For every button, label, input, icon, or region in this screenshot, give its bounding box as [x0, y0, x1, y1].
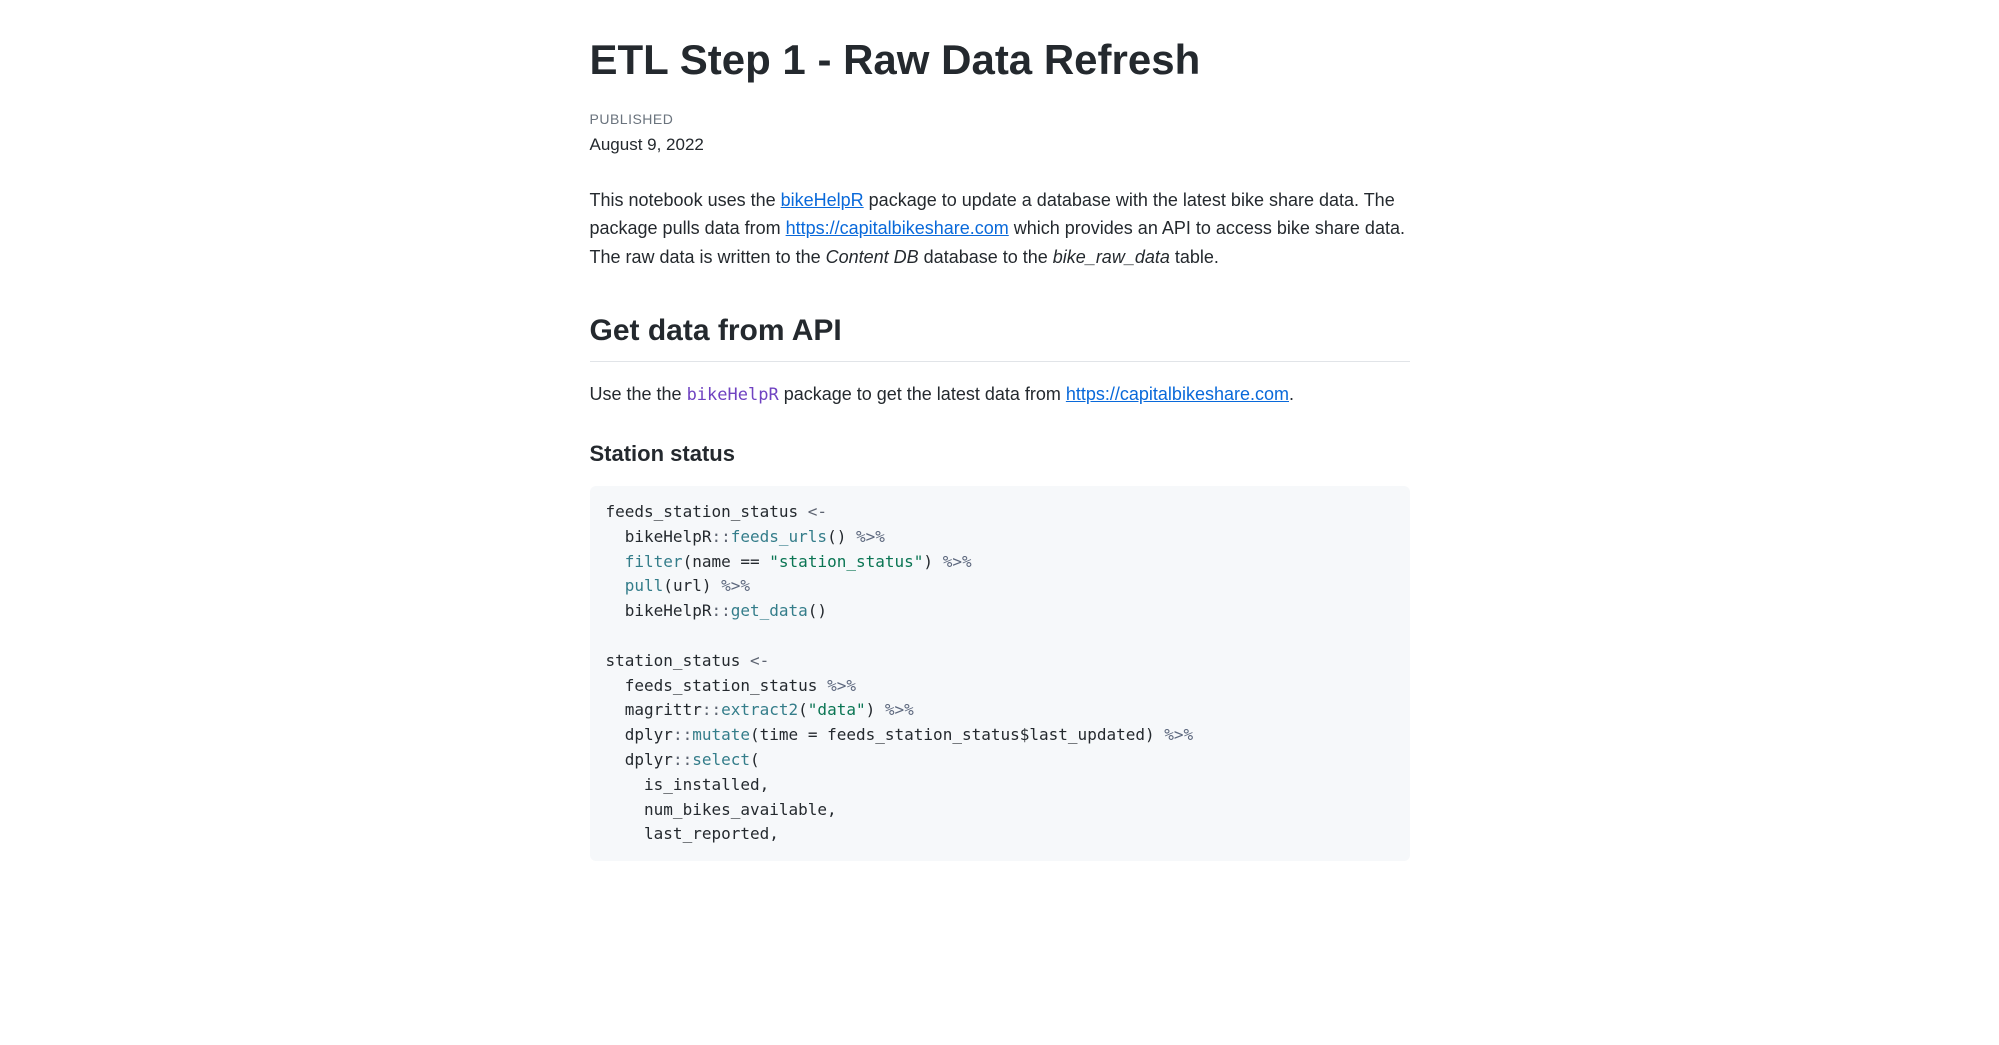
bikehelpr-link[interactable]: bikeHelpR: [781, 190, 864, 210]
published-date: August 9, 2022: [590, 132, 1410, 158]
code-paren: (): [808, 601, 827, 620]
code-sp: [933, 552, 943, 571]
bike-raw-data-em: bike_raw_data: [1053, 247, 1170, 267]
code-sp: [711, 576, 721, 595]
code-pkg: bikeHelpR: [625, 527, 712, 546]
capitalbikeshare-link-2[interactable]: https://capitalbikeshare.com: [1066, 384, 1289, 404]
code-assign: <-: [808, 502, 827, 521]
code-pkg: magrittr: [625, 700, 702, 719]
code-fn: filter: [625, 552, 683, 571]
code-var: feeds_station_status: [606, 502, 808, 521]
capitalbikeshare-link[interactable]: https://capitalbikeshare.com: [786, 218, 1009, 238]
intro-text: database to the: [919, 247, 1053, 267]
code-op: ::: [702, 700, 721, 719]
code-pipe: %>%: [943, 552, 972, 571]
code-sp: [846, 527, 856, 546]
code-pipe: %>%: [885, 700, 914, 719]
code-cmp: ==: [740, 552, 759, 571]
code-paren: ): [866, 700, 876, 719]
code-pipe: %>%: [1164, 725, 1193, 744]
code-paren: (: [663, 576, 673, 595]
code-arg: last_updated: [1029, 725, 1145, 744]
code-indent: [606, 775, 645, 794]
code-fn: extract2: [721, 700, 798, 719]
subsection-heading-station-status: Station status: [590, 437, 1410, 470]
code-indent: [606, 552, 625, 571]
code-paren: (): [827, 527, 846, 546]
code-pkg: dplyr: [625, 725, 673, 744]
code-var: feeds_station_status: [625, 676, 827, 695]
code-indent: [606, 576, 625, 595]
document-container: ETL Step 1 - Raw Data Refresh PUBLISHED …: [590, 0, 1410, 861]
code-arg: num_bikes_available,: [644, 800, 837, 819]
code-sp: [1155, 725, 1165, 744]
section-intro-text: package to get the latest data from: [779, 384, 1066, 404]
code-arg: last_reported,: [644, 824, 779, 843]
intro-text: table.: [1170, 247, 1219, 267]
code-pipe: %>%: [827, 676, 856, 695]
code-pipe: %>%: [856, 527, 885, 546]
code-op: ::: [711, 601, 730, 620]
inline-code-bikehelpr: bikeHelpR: [687, 385, 779, 405]
code-fn: get_data: [731, 601, 808, 620]
section-intro: Use the the bikeHelpR package to get the…: [590, 380, 1410, 409]
published-label: PUBLISHED: [590, 109, 1410, 130]
code-paren: (: [750, 750, 760, 769]
code-indent: [606, 800, 645, 819]
code-indent: [606, 676, 625, 695]
code-eq: =: [808, 725, 818, 744]
code-pkg: dplyr: [625, 750, 673, 769]
section-intro-text: .: [1289, 384, 1294, 404]
intro-text: This notebook uses the: [590, 190, 781, 210]
code-pkg: bikeHelpR: [625, 601, 712, 620]
code-str: "data": [808, 700, 866, 719]
code-indent: [606, 725, 625, 744]
code-indent: [606, 527, 625, 546]
code-fn: feeds_urls: [731, 527, 827, 546]
code-assign: <-: [750, 651, 769, 670]
code-indent: [606, 601, 625, 620]
code-op: ::: [711, 527, 730, 546]
code-var: station_status: [606, 651, 751, 670]
code-op: ::: [673, 750, 692, 769]
code-dollar: $: [1020, 725, 1030, 744]
code-paren: (: [798, 700, 808, 719]
code-fn: select: [692, 750, 750, 769]
code-arg: url: [673, 576, 702, 595]
code-sp: [760, 552, 770, 571]
code-fn: pull: [625, 576, 664, 595]
code-indent: [606, 750, 625, 769]
code-pipe: %>%: [721, 576, 750, 595]
code-sp: [875, 700, 885, 719]
code-arg: time: [760, 725, 808, 744]
code-arg: is_installed,: [644, 775, 769, 794]
code-paren: ): [1145, 725, 1155, 744]
intro-paragraph: This notebook uses the bikeHelpR package…: [590, 186, 1410, 272]
code-arg: feeds_station_status: [827, 725, 1020, 744]
page-title: ETL Step 1 - Raw Data Refresh: [590, 28, 1410, 91]
code-paren: (: [750, 725, 760, 744]
code-sp: [817, 725, 827, 744]
code-arg: name: [692, 552, 740, 571]
code-str: "station_status": [769, 552, 923, 571]
code-paren: ): [923, 552, 933, 571]
code-indent: [606, 824, 645, 843]
content-db-em: Content DB: [826, 247, 919, 267]
code-fn: mutate: [692, 725, 750, 744]
section-intro-text: Use the the: [590, 384, 687, 404]
section-heading-get-data: Get data from API: [590, 308, 1410, 362]
code-paren: (: [683, 552, 693, 571]
code-block-station-status: feeds_station_status <- bikeHelpR::feeds…: [590, 486, 1410, 861]
code-op: ::: [673, 725, 692, 744]
code-indent: [606, 700, 625, 719]
